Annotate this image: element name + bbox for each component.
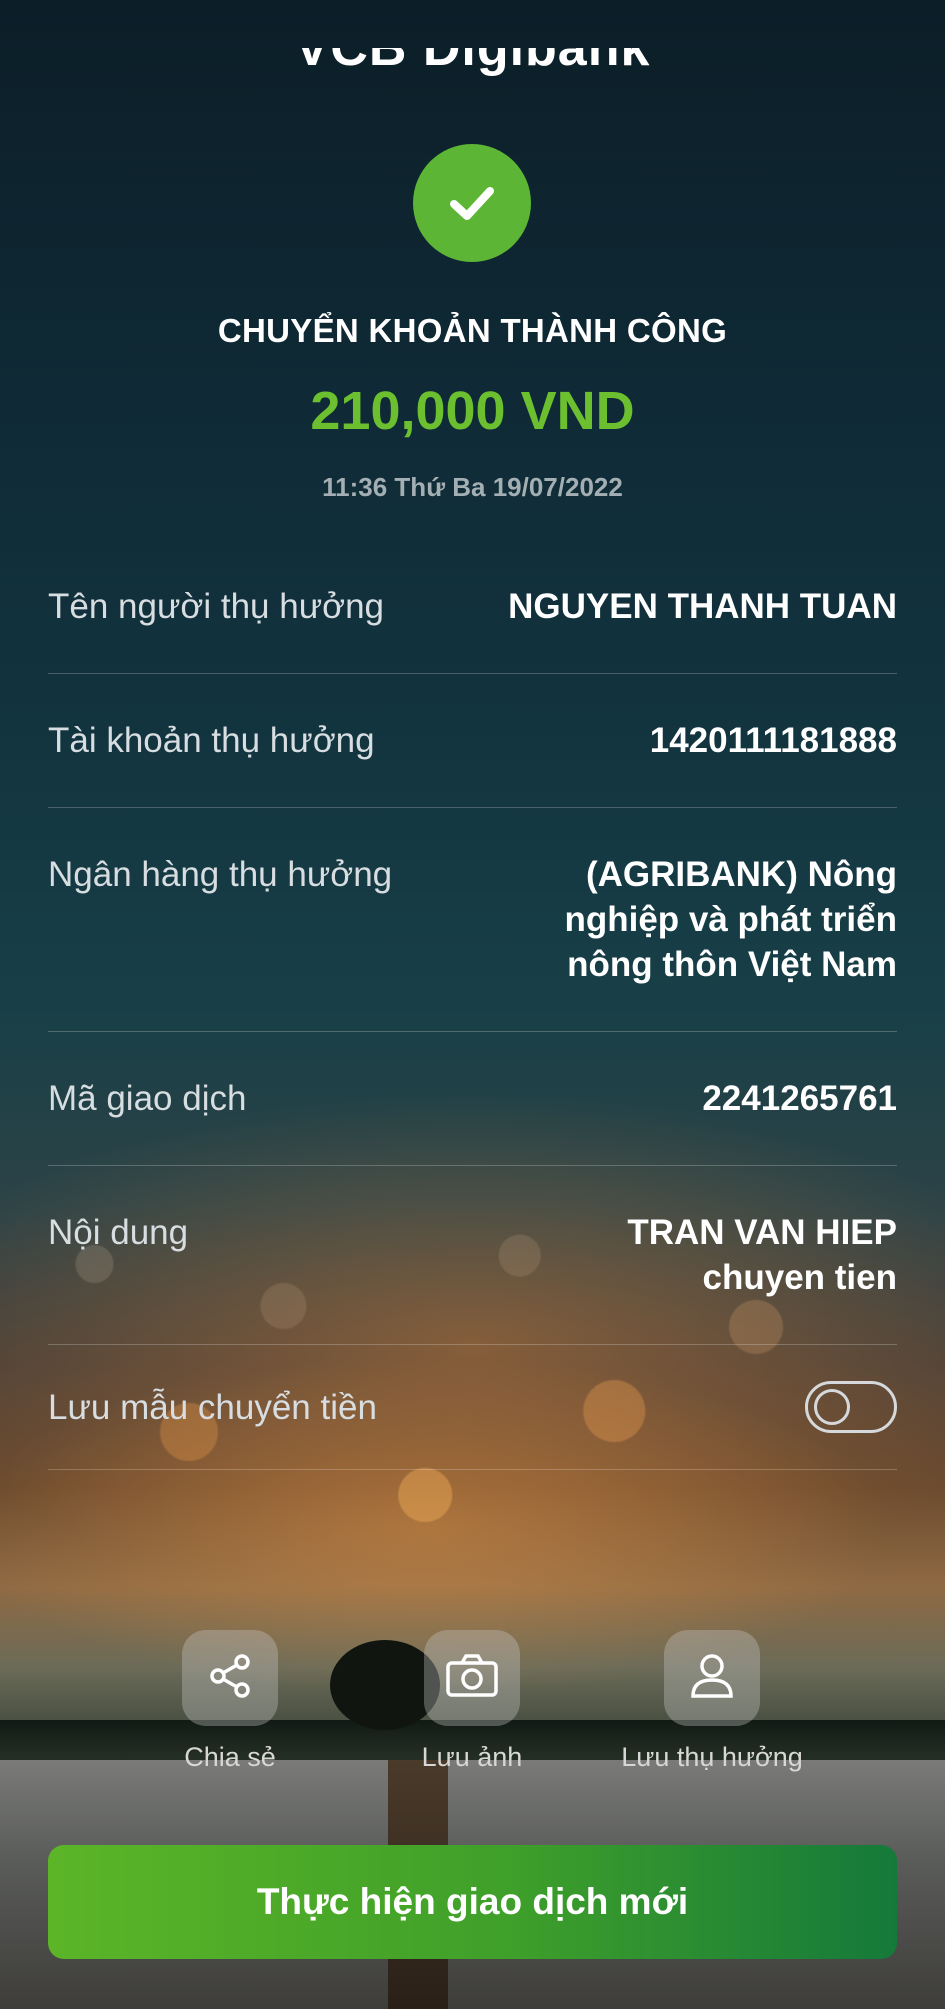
save-template-label: Lưu mẫu chuyển tiền [48,1387,377,1427]
save-beneficiary-button[interactable] [664,1630,760,1726]
save-image-button[interactable] [424,1630,520,1726]
share-button[interactable] [182,1630,278,1726]
detail-label: Ngân hàng thụ hưởng [48,855,393,894]
detail-value: TRAN VAN HIEP chuyen tien [627,1213,897,1297]
detail-row-beneficiary-bank: Ngân hàng thụ hưởng (AGRIBANK) Nông nghi… [48,808,897,1032]
new-transaction-button[interactable]: Thực hiện giao dịch mới [48,1845,897,1959]
detail-label: Nội dung [48,1213,189,1252]
share-icon [204,1650,256,1707]
save-template-toggle[interactable] [805,1381,897,1433]
detail-row-beneficiary-name: Tên người thụ hưởng NGUYEN THANH TUAN [48,540,897,674]
detail-value: 1420111181888 [649,721,897,760]
save-beneficiary-action[interactable]: Lưu thụ hưởng [612,1630,812,1773]
user-icon [687,1650,737,1707]
share-label: Chia sẻ [184,1742,276,1772]
camera-icon [444,1650,500,1707]
detail-label: Tài khoản thụ hưởng [48,721,375,760]
share-action[interactable]: Chia sẻ [130,1630,330,1773]
detail-label: Mã giao dịch [48,1079,247,1118]
toggle-knob [814,1389,850,1425]
save-template-row: Lưu mẫu chuyển tiền [48,1345,897,1470]
transfer-amount: 210,000 VND [310,381,635,441]
transfer-details: Tên người thụ hưởng NGUYEN THANH TUAN Tà… [48,540,897,1470]
save-image-label: Lưu ảnh [421,1742,523,1772]
save-beneficiary-label: Lưu thụ hưởng [621,1742,803,1772]
transfer-status-title: CHUYỂN KHOẢN THÀNH CÔNG [217,312,728,349]
detail-label: Tên người thụ hưởng [48,587,385,626]
save-image-action[interactable]: Lưu ảnh [372,1630,572,1773]
detail-row-content: Nội dung TRAN VAN HIEP chuyen tien [48,1166,897,1345]
detail-value: 2241265761 [702,1079,897,1118]
app-logo: VCB Digibank [294,48,651,77]
transfer-datetime: 11:36 Thứ Ba 19/07/2022 [322,472,623,502]
quick-actions: Chia sẻ Lưu ảnh Lưu thụ hưởng [0,1630,945,1780]
success-check-icon [413,144,531,262]
detail-row-beneficiary-account: Tài khoản thụ hưởng 1420111181888 [48,674,897,808]
detail-value: NGUYEN THANH TUAN [508,587,897,626]
detail-row-transaction-code: Mã giao dịch 2241265761 [48,1032,897,1166]
detail-value: (AGRIBANK) Nông nghiệp và phát triển nôn… [564,855,897,984]
